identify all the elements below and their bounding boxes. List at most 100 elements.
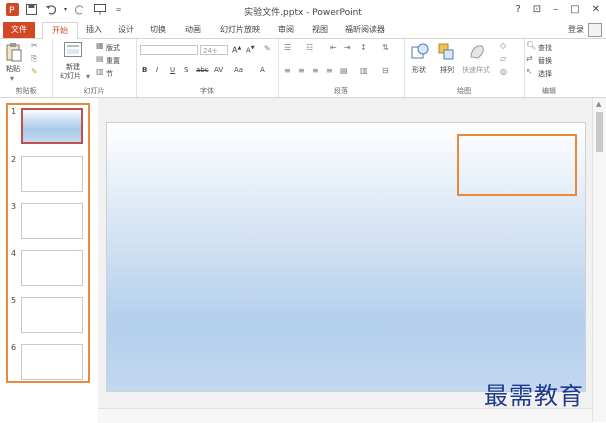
watermark-text: 最需教育 xyxy=(484,382,584,410)
align-left-icon[interactable]: ≡ xyxy=(284,66,291,75)
slide-thumbnail[interactable] xyxy=(21,344,83,380)
slide-thumbnail-item[interactable]: 4 xyxy=(8,249,88,289)
clipboard-group-label: 剪贴板 xyxy=(15,87,37,95)
quick-styles-button[interactable]: 快速样式 xyxy=(462,65,490,75)
tab-insert[interactable]: 插入 xyxy=(80,22,108,38)
arrange-icon[interactable] xyxy=(438,42,456,64)
slides-group: 新建 幻灯片 ▾ ▦ 版式 ▤ 重置 ▥ 节 幻灯片 xyxy=(52,39,137,97)
section-icon[interactable]: ▥ xyxy=(96,67,104,76)
slide-thumbnail[interactable] xyxy=(21,203,83,239)
ribbon-display-options-button[interactable]: ⊡ xyxy=(533,4,541,15)
italic-button[interactable]: I xyxy=(156,66,158,74)
cut-icon[interactable]: ✂ xyxy=(31,41,38,50)
paste-icon[interactable] xyxy=(6,42,22,64)
align-center-icon[interactable]: ≡ xyxy=(298,66,305,75)
clipboard-group: 粘贴 ▾ ✂ ⎘ ✎ 剪贴板 xyxy=(0,39,53,97)
underline-button[interactable]: U xyxy=(170,66,175,74)
close-button[interactable]: ✕ xyxy=(592,4,600,15)
character-spacing-button[interactable]: AV xyxy=(214,66,223,74)
change-case-button[interactable]: Aa xyxy=(234,66,243,74)
shapes-button[interactable]: 形状 xyxy=(412,65,426,75)
clear-formatting-icon[interactable]: ✎ xyxy=(264,44,271,53)
tab-foxit-reader[interactable]: 福昕阅读器 xyxy=(340,22,390,38)
align-text-icon[interactable]: ⊟ xyxy=(382,66,389,75)
arrange-button[interactable]: 排列 xyxy=(440,65,454,75)
line-spacing-icon[interactable]: ↕ xyxy=(360,43,367,52)
scrollbar-thumb[interactable] xyxy=(596,112,603,152)
slide-number: 2 xyxy=(11,155,17,164)
slide-thumbnail[interactable] xyxy=(21,250,83,286)
login-link[interactable]: 登录 xyxy=(568,24,584,35)
drawing-group: 形状 排列 快速样式 ◇ ▱ ◎ 绘图 xyxy=(404,39,525,97)
highlighted-placeholder[interactable] xyxy=(457,134,577,196)
shape-effects-icon[interactable]: ◎ xyxy=(500,67,507,76)
new-slide-dropdown-icon[interactable]: ▾ xyxy=(86,72,90,81)
slide-thumbnail[interactable] xyxy=(21,156,83,192)
find-icon[interactable]: 🔍︎ xyxy=(526,41,536,50)
format-painter-icon[interactable]: ✎ xyxy=(31,67,38,76)
select-button[interactable]: 选择 xyxy=(538,69,552,79)
select-icon[interactable]: ↖ xyxy=(526,67,533,76)
tab-slideshow[interactable]: 幻灯片放映 xyxy=(214,22,266,38)
slide-thumbnail-item[interactable]: 1 xyxy=(8,107,88,147)
text-shadow-button[interactable]: S xyxy=(184,66,188,74)
tab-view[interactable]: 视图 xyxy=(306,22,334,38)
align-right-icon[interactable]: ≡ xyxy=(312,66,319,75)
replace-icon[interactable]: ⇄ xyxy=(526,54,533,63)
vertical-scrollbar[interactable]: ▲ xyxy=(592,98,606,422)
tab-home[interactable]: 开始 xyxy=(42,22,78,40)
tab-review[interactable]: 审阅 xyxy=(272,22,300,38)
maximize-button[interactable]: □ xyxy=(570,4,579,15)
tab-file[interactable]: 文件 xyxy=(3,22,35,38)
slide-thumbnail-item[interactable]: 3 xyxy=(8,202,88,242)
font-group: 24+ A▲ A▼ ✎ B I U S abc AV Aa A 字体 xyxy=(136,39,279,97)
layout-button[interactable]: 版式 xyxy=(106,43,120,53)
tab-design[interactable]: 设计 xyxy=(112,22,140,38)
scroll-up-icon[interactable]: ▲ xyxy=(596,100,601,108)
slide-number: 1 xyxy=(11,107,17,116)
numbering-icon[interactable]: ☷ xyxy=(306,43,313,52)
minimize-button[interactable]: – xyxy=(553,4,558,15)
text-direction-icon[interactable]: ⇅ xyxy=(382,43,389,52)
tab-animations[interactable]: 动画 xyxy=(178,22,208,38)
editing-group: 🔍︎ 查找 ⇄ 替换 ↖ 选择 编辑 xyxy=(524,39,574,97)
slide-thumbnail-item[interactable]: 6 xyxy=(8,343,88,383)
avatar[interactable] xyxy=(588,23,602,37)
layout-icon[interactable]: ▦ xyxy=(96,41,104,50)
new-slide-icon[interactable] xyxy=(64,42,82,60)
columns-icon[interactable]: ▥ xyxy=(360,66,368,75)
font-color-button[interactable]: A xyxy=(260,66,265,74)
slide-thumbnail[interactable] xyxy=(21,108,83,144)
slide-thumbnail-item[interactable]: 5 xyxy=(8,296,88,336)
paste-button[interactable]: 粘贴 xyxy=(6,64,20,74)
increase-indent-icon[interactable]: ⇥ xyxy=(344,43,351,52)
shape-fill-icon[interactable]: ◇ xyxy=(500,41,506,50)
replace-button[interactable]: 替换 xyxy=(538,56,552,66)
slide-thumbnail-item[interactable]: 2 xyxy=(8,155,88,195)
copy-icon[interactable]: ⎘ xyxy=(31,54,37,64)
shrink-font-icon[interactable]: A▼ xyxy=(246,45,255,54)
help-button[interactable]: ? xyxy=(515,4,520,15)
section-button[interactable]: 节 xyxy=(106,69,113,79)
font-size-combo[interactable]: 24+ xyxy=(200,45,228,55)
reset-button[interactable]: 重置 xyxy=(106,56,120,66)
bullets-icon[interactable]: ☰ xyxy=(284,43,291,52)
shape-outline-icon[interactable]: ▱ xyxy=(500,54,506,63)
find-button[interactable]: 查找 xyxy=(538,43,552,53)
tab-transitions[interactable]: 切换 xyxy=(144,22,172,38)
slide-thumbnail[interactable] xyxy=(21,297,83,333)
shapes-icon[interactable] xyxy=(410,42,430,64)
paste-dropdown-icon[interactable]: ▾ xyxy=(10,74,14,83)
reset-icon[interactable]: ▤ xyxy=(96,54,104,63)
decrease-indent-icon[interactable]: ⇤ xyxy=(330,43,337,52)
quick-styles-icon[interactable] xyxy=(468,42,488,64)
grow-font-icon[interactable]: A▲ xyxy=(232,45,241,55)
paragraph-group: ☰ ☷ ⇤ ⇥ ↕ ⇅ ≡ ≡ ≡ ≡ ▤ ▥ ⊟ 段落 xyxy=(278,39,405,97)
slide-number: 5 xyxy=(11,296,17,305)
font-name-combo[interactable] xyxy=(140,45,198,55)
new-slide-label-line2[interactable]: 幻灯片 xyxy=(60,71,81,81)
justify-icon[interactable]: ≡ xyxy=(326,66,333,75)
strikethrough-button[interactable]: abc xyxy=(196,66,209,74)
distributed-icon[interactable]: ▤ xyxy=(340,66,348,75)
bold-button[interactable]: B xyxy=(142,66,147,74)
